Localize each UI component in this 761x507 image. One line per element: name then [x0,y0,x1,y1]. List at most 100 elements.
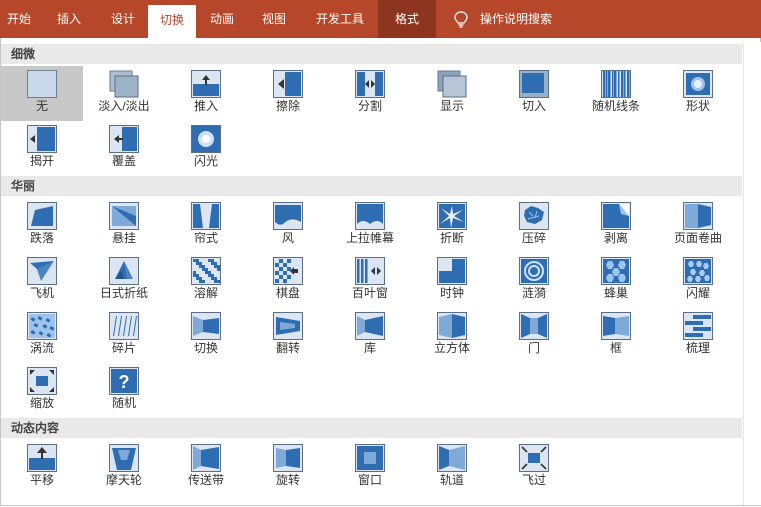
transition-label: 碎片 [111,341,136,355]
transition-label: 页面卷曲 [673,231,722,245]
transition-ripple[interactable]: 涟漪 [493,253,575,308]
transition-dissolve[interactable]: 溶解 [165,253,247,308]
honeycomb-icon [601,257,631,285]
transition-label: 传送带 [187,473,224,487]
peel-off-icon [601,202,631,230]
transition-clock[interactable]: 时钟 [411,253,493,308]
transition-airplane[interactable]: 飞机 [1,253,83,308]
tab-5[interactable]: 视图 [250,0,298,38]
tab-7[interactable]: 格式 [378,0,436,38]
transition-label: 跌落 [29,231,54,245]
transition-fly-through[interactable]: 飞过 [493,440,575,495]
transition-label: 闪光 [193,154,218,168]
transition-wind[interactable]: 风 [247,198,329,253]
transition-curtains[interactable]: 帘式 [165,198,247,253]
transition-label: 悬挂 [111,231,136,245]
tab-2[interactable]: 设计 [100,0,146,38]
transition-uncover[interactable]: 揭开 [1,121,83,176]
transition-ferris-wheel[interactable]: 摩天轮 [83,440,165,495]
checkerboard-icon [273,257,303,285]
prestige-icon [355,202,385,230]
transition-zoom[interactable]: 缩放 [1,363,83,418]
tab-4[interactable]: 动画 [198,0,246,38]
transition-none[interactable]: 无 [1,66,83,121]
gallery-icon [355,312,385,340]
transition-label: 旋转 [275,473,300,487]
transition-cube[interactable]: 立方体 [411,308,493,363]
none-icon [27,70,57,98]
transition-pan[interactable]: 平移 [1,440,83,495]
tell-me-search[interactable]: 操作说明搜索 [480,0,552,38]
transition-shape[interactable]: 形状 [657,66,739,121]
transition-label: 随机线条 [591,99,640,113]
transition-label: 时钟 [439,286,464,300]
transition-random-bars[interactable]: 随机线条 [575,66,657,121]
gallery-scrollbar[interactable] [743,42,761,505]
transition-drape[interactable]: 悬挂 [83,198,165,253]
transition-split[interactable]: 分割 [329,66,411,121]
shape-icon [683,70,713,98]
transition-peel-off[interactable]: 剥离 [575,198,657,253]
tab-0[interactable]: 开始 [0,0,38,38]
transition-page-curl[interactable]: 页面卷曲 [657,198,739,253]
random-icon: ? [109,367,139,395]
tab-6[interactable]: 开发工具 [302,0,378,38]
svg-text:?: ? [119,372,130,392]
section-header: 动态内容 [1,418,742,438]
tab-3[interactable]: 切换 [148,5,196,38]
transition-wipe[interactable]: 擦除 [247,66,329,121]
transition-cut[interactable]: 切入 [493,66,575,121]
transition-blinds[interactable]: 百叶窗 [329,253,411,308]
lightbulb-icon[interactable] [453,11,469,29]
section-header: 华丽 [1,176,742,196]
transition-comb[interactable]: 梳理 [657,308,739,363]
transition-vortex[interactable]: 涡流 [1,308,83,363]
zoom-icon [27,367,57,395]
transition-label: 平移 [29,473,54,487]
transition-doors[interactable]: 门 [493,308,575,363]
transition-flash[interactable]: 闪光 [165,121,247,176]
curtains-icon [191,202,221,230]
pan-icon [27,444,57,472]
transition-shred[interactable]: 碎片 [83,308,165,363]
transition-reveal[interactable]: 显示 [411,66,493,121]
transition-label: 门 [527,341,540,355]
transition-label: 形状 [685,99,710,113]
transition-orbit[interactable]: 轨道 [411,440,493,495]
ferris-wheel-icon [109,444,139,472]
airplane-icon [27,257,57,285]
transition-crush[interactable]: 压碎 [493,198,575,253]
vortex-icon [27,312,57,340]
clock-icon [437,257,467,285]
section-title: 华丽 [11,179,36,193]
transition-label: 百叶窗 [351,286,388,300]
transition-fracture[interactable]: 折断 [411,198,493,253]
transition-rotate[interactable]: 旋转 [247,440,329,495]
transition-label: 涟漪 [521,286,546,300]
transition-conveyor[interactable]: 传送带 [165,440,247,495]
split-icon [355,70,385,98]
transition-flip[interactable]: 翻转 [247,308,329,363]
transition-box[interactable]: 框 [575,308,657,363]
transition-switch[interactable]: 切换 [165,308,247,363]
transition-checkerboard[interactable]: 棋盘 [247,253,329,308]
transition-glitter[interactable]: 闪耀 [657,253,739,308]
transition-random[interactable]: ? 随机 [83,363,165,418]
transition-honeycomb[interactable]: 蜂巢 [575,253,657,308]
transition-label: 溶解 [193,286,218,300]
transition-origami[interactable]: 日式折纸 [83,253,165,308]
transition-label: 折断 [439,231,464,245]
transition-prestige[interactable]: 上拉帷幕 [329,198,411,253]
transition-window[interactable]: 窗口 [329,440,411,495]
transition-fall-over[interactable]: 跌落 [1,198,83,253]
transition-cover[interactable]: 覆盖 [83,121,165,176]
conveyor-icon [191,444,221,472]
drape-icon [109,202,139,230]
transition-label: 风 [281,231,294,245]
transition-push[interactable]: 推入 [165,66,247,121]
transition-label: 上拉帷幕 [345,231,394,245]
transition-label: 飞过 [521,473,546,487]
tab-1[interactable]: 插入 [46,0,92,38]
transition-fade[interactable]: 淡入/淡出 [83,66,165,121]
transition-gallery[interactable]: 库 [329,308,411,363]
